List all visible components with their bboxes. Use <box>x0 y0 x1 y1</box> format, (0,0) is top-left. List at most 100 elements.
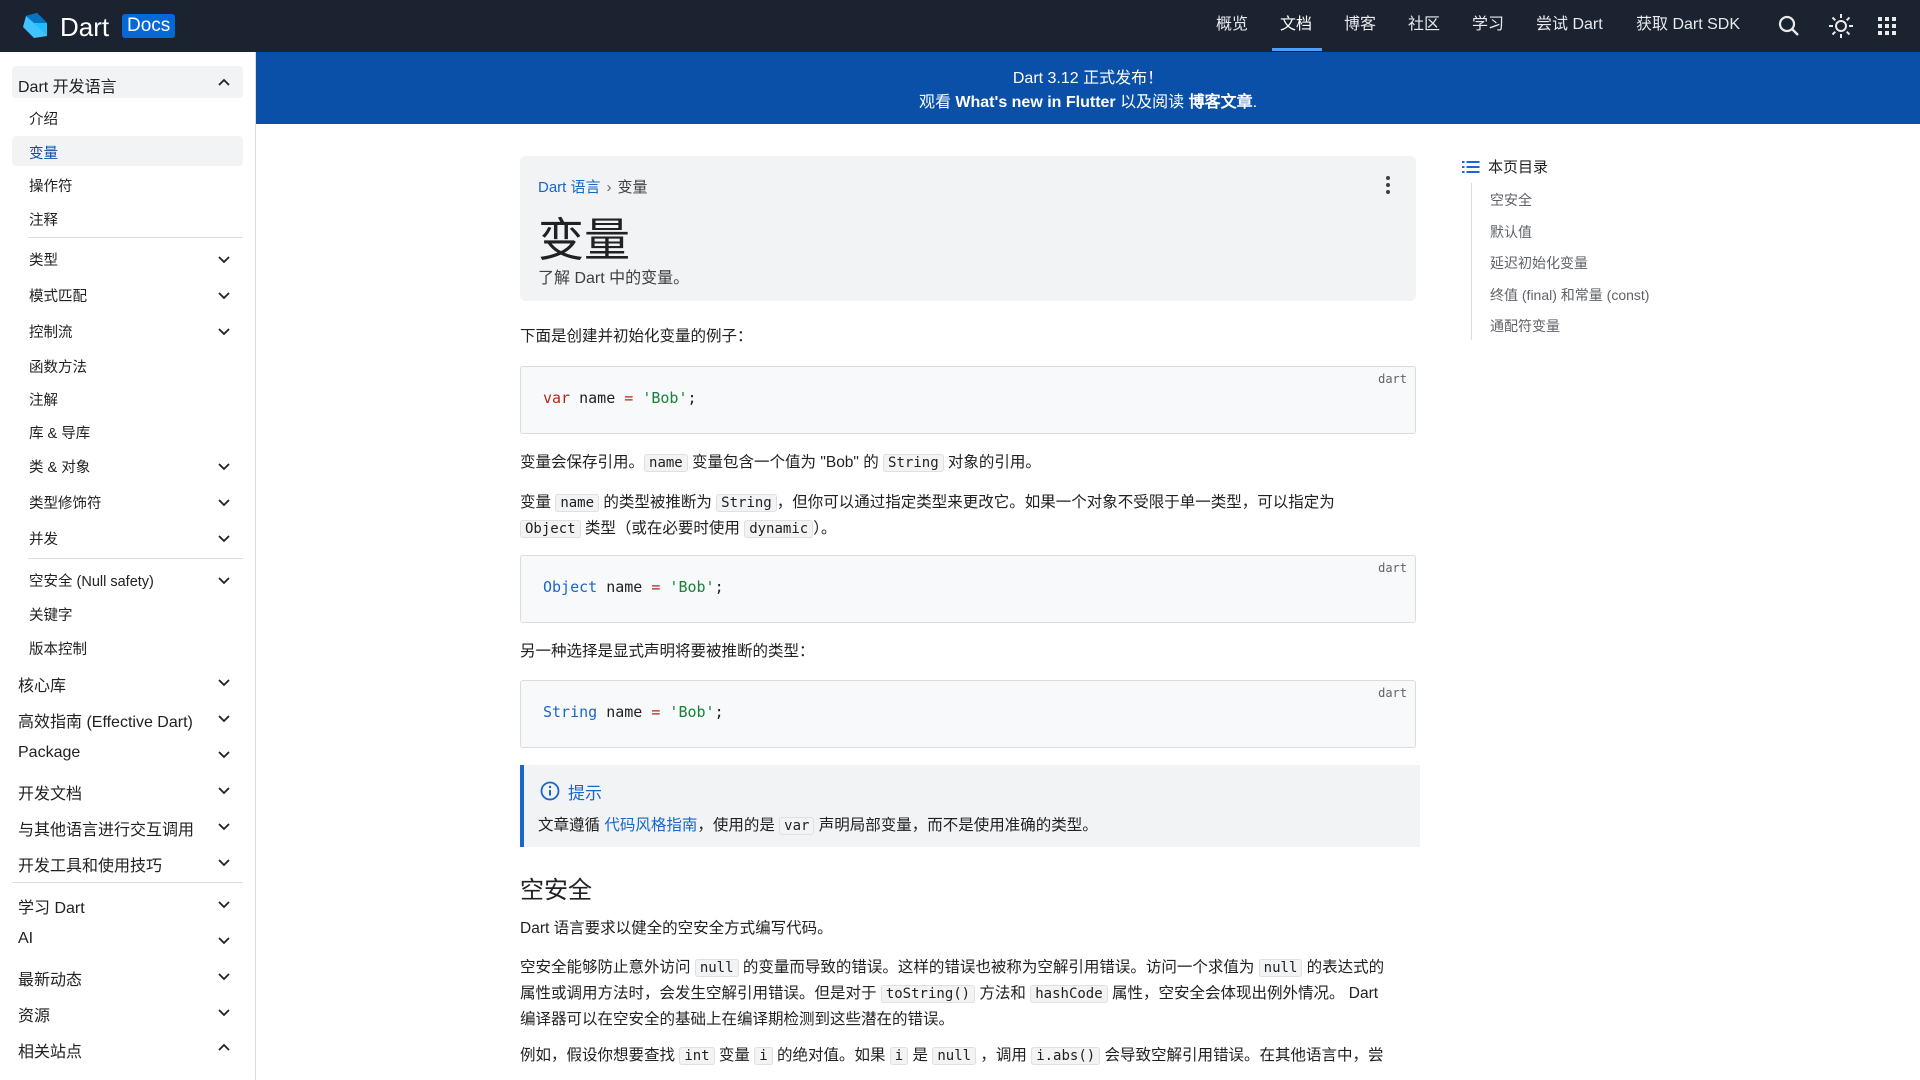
chevron-down-icon[interactable] <box>216 1004 232 1020</box>
brand-name[interactable]: Dart <box>60 12 109 43</box>
chevron-down-icon[interactable] <box>216 818 232 834</box>
inline-code: name <box>644 454 688 472</box>
sidebar-item-class-modifiers[interactable]: 类型修饰符 <box>29 492 102 513</box>
sidebar-item-comments[interactable]: 注释 <box>29 209 58 230</box>
toc-item-default-value[interactable]: 默认值 <box>1490 222 1532 242</box>
page-subtitle: 了解 Dart 中的变量。 <box>538 270 690 287</box>
banner-link-whats-new[interactable]: What's new in Flutter <box>955 94 1115 111</box>
text: ，调用 <box>976 1047 1032 1064</box>
inline-code: name <box>555 494 600 512</box>
breadcrumb-link-dart-language[interactable]: Dart 语言 <box>538 179 601 196</box>
banner-link-blog-post[interactable]: 博客文章 <box>1189 94 1253 111</box>
page-title: 变量 <box>538 214 630 266</box>
sidebar-item-libraries[interactable]: 库 & 导库 <box>29 422 90 443</box>
text: 方法和 <box>975 985 1031 1002</box>
chevron-down-icon[interactable] <box>216 251 232 267</box>
sidebar-item-intro[interactable]: 介绍 <box>29 108 58 129</box>
sidebar-section-ai[interactable]: AI <box>18 930 33 948</box>
search-icon[interactable] <box>1776 13 1802 39</box>
code-string: 'Bob' <box>633 389 688 407</box>
sidebar-section-effective-dart[interactable]: 高效指南 (Effective Dart) <box>18 708 193 732</box>
chevron-down-icon[interactable] <box>216 458 232 474</box>
chevron-down-icon[interactable] <box>216 710 232 726</box>
nav-link-overview[interactable]: 概览 <box>1216 0 1248 52</box>
toc-title: 本页目录 <box>1488 159 1549 176</box>
toc-item-final-and-const[interactable]: 终值 (final) 和常量 (const) <box>1490 285 1649 305</box>
chevron-down-icon[interactable] <box>216 782 232 798</box>
nav-link-docs[interactable]: 文档 <box>1280 0 1312 52</box>
chevron-down-icon[interactable] <box>216 854 232 870</box>
sidebar-item-control-flow[interactable]: 控制流 <box>29 321 73 342</box>
sidebar-item-null-safety[interactable]: 空安全 (Null safety) <box>29 570 154 591</box>
toc-item-null-safety[interactable]: 空安全 <box>1490 190 1532 210</box>
sidebar-section-interop[interactable]: 与其他语言进行交互调用 <box>18 816 194 840</box>
code-block[interactable]: dart var name = 'Bob'; <box>520 366 1416 434</box>
apps-grid-icon[interactable] <box>1874 13 1900 39</box>
dart-logo-icon[interactable] <box>20 11 50 41</box>
chevron-down-icon[interactable] <box>216 530 232 546</box>
paragraph: Dart 语言要求以健全的空安全方式编写代码。 <box>520 920 833 937</box>
chevron-down-icon[interactable] <box>216 896 232 912</box>
sidebar-section-resources[interactable]: 资源 <box>18 1002 50 1026</box>
sidebar-section-dart-language[interactable]: Dart 开发语言 <box>18 73 117 97</box>
text: 的变量而导致的错误。这样的错误也被称为空解引用错误。访问一个求值为 <box>738 959 1259 976</box>
sidebar-divider <box>28 558 243 559</box>
banner-text: . <box>1252 94 1258 111</box>
chevron-down-icon[interactable] <box>216 746 232 762</box>
sidebar-item-versions[interactable]: 版本控制 <box>29 638 87 659</box>
code-content: var name = 'Bob'; <box>543 389 697 407</box>
paragraph: 例如，假设你想要查找 int 变量 i 的绝对值。如果 i 是 null ，调用… <box>520 1043 1420 1069</box>
nav-link-try-dart[interactable]: 尝试 Dart <box>1536 0 1603 52</box>
sidebar-section-core-libraries[interactable]: 核心库 <box>18 672 66 696</box>
chevron-down-icon[interactable] <box>216 674 232 690</box>
nav-link-community[interactable]: 社区 <box>1408 0 1440 52</box>
code-text: ; <box>714 703 724 721</box>
page-header-card: Dart 语言 › 变量 变量 了解 Dart 中的变量。 <box>520 156 1416 301</box>
chevron-down-icon[interactable] <box>216 287 232 303</box>
code-operator: = <box>624 389 634 407</box>
inline-code: dynamic <box>744 520 814 538</box>
inline-code: i <box>754 1047 773 1065</box>
nav-link-get-sdk[interactable]: 获取 Dart SDK <box>1636 0 1740 52</box>
code-block[interactable]: dart Object name = 'Bob'; <box>520 555 1416 623</box>
sidebar-item-concurrency[interactable]: 并发 <box>29 528 58 549</box>
chevron-down-icon[interactable] <box>216 323 232 339</box>
sidebar-section-dev-docs[interactable]: 开发文档 <box>18 780 82 804</box>
sidebar-item-types[interactable]: 类型 <box>29 249 58 270</box>
sidebar-section-package[interactable]: Package <box>18 744 80 762</box>
sidebar-item-metadata[interactable]: 注解 <box>29 389 58 410</box>
style-guide-link[interactable]: 代码风格指南 <box>604 817 697 834</box>
code-content: String name = 'Bob'; <box>543 703 724 721</box>
chevron-up-icon[interactable] <box>216 1040 232 1056</box>
chevron-down-icon[interactable] <box>216 968 232 984</box>
code-block[interactable]: dart String name = 'Bob'; <box>520 680 1416 748</box>
sidebar-item-patterns[interactable]: 模式匹配 <box>29 285 87 306</box>
text: 变量 <box>714 1047 755 1064</box>
chevron-up-icon[interactable] <box>216 75 232 91</box>
sidebar-item-variables[interactable]: 变量 <box>29 142 58 163</box>
sidebar-item-classes[interactable]: 类 & 对象 <box>29 456 90 477</box>
text: 对象的引用。 <box>943 454 1041 471</box>
tip-body: 文章遵循 代码风格指南，使用的是 var 声明局部变量，而不是使用准确的类型。 <box>538 813 1098 835</box>
sidebar-item-keywords[interactable]: 关键字 <box>29 604 73 625</box>
nav-link-blog[interactable]: 博客 <box>1344 0 1376 52</box>
inline-code: String <box>716 494 777 512</box>
chevron-down-icon[interactable] <box>216 494 232 510</box>
toc-item-late-variables[interactable]: 延迟初始化变量 <box>1490 253 1588 273</box>
sidebar-section-related-sites[interactable]: 相关站点 <box>18 1038 82 1062</box>
sidebar-section-news[interactable]: 最新动态 <box>18 966 82 990</box>
docs-sidebar: Dart 开发语言 介绍 变量 操作符 注释 类型 模式匹配 控制流 函数方法 … <box>0 52 256 1080</box>
nav-link-learn[interactable]: 学习 <box>1472 0 1504 52</box>
inline-code: null <box>932 1047 977 1065</box>
more-options-icon[interactable] <box>1380 174 1396 196</box>
docs-badge[interactable]: Docs <box>122 14 176 38</box>
chevron-down-icon[interactable] <box>216 572 232 588</box>
chevron-down-icon[interactable] <box>216 932 232 948</box>
code-string: 'Bob' <box>660 703 715 721</box>
sidebar-section-tools[interactable]: 开发工具和使用技巧 <box>18 852 162 876</box>
sidebar-section-learn-dart[interactable]: 学习 Dart <box>18 894 85 918</box>
theme-toggle-icon[interactable] <box>1828 13 1854 39</box>
sidebar-item-functions[interactable]: 函数方法 <box>29 356 87 377</box>
sidebar-item-operators[interactable]: 操作符 <box>29 175 73 196</box>
toc-item-wildcard-variables[interactable]: 通配符变量 <box>1490 316 1560 336</box>
